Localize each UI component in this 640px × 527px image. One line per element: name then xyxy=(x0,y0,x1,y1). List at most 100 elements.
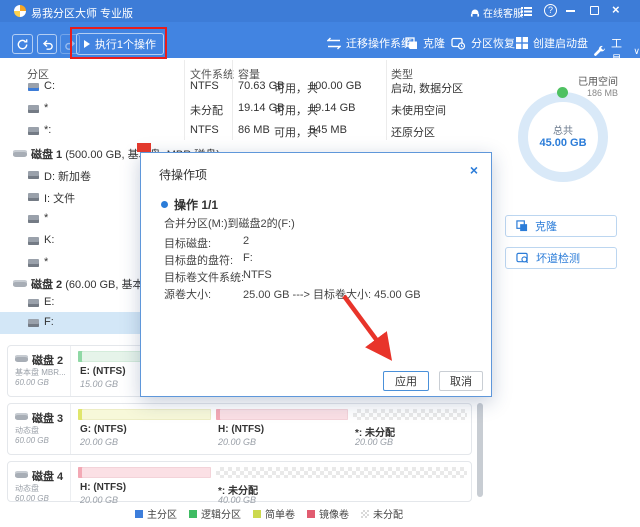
disk-icon xyxy=(15,471,28,478)
system-partition-icon xyxy=(28,83,39,91)
legend-swatch-logical xyxy=(189,510,197,518)
partition-type: 启动, 数据分区 xyxy=(391,80,463,96)
disk-icon xyxy=(13,280,27,287)
sidebar-clone-button[interactable]: 克隆 xyxy=(505,215,617,237)
app-title: 易我分区大师 专业版 xyxy=(31,5,133,21)
tree-item-label: D: 新加卷 xyxy=(44,168,91,184)
partition-recovery-button[interactable]: 分区恢复 xyxy=(451,35,515,51)
partition-size: 20.00 GB xyxy=(355,437,393,447)
partition-icon xyxy=(28,105,39,113)
legend-item: 逻辑分区 xyxy=(189,506,241,521)
detail-row: 源卷大小: 25.00 GB ---> 目标卷大小: 45.00 GB xyxy=(164,286,484,302)
table-row[interactable]: *: NTFS 86 MB 可用，共 545 MB 还原分区 xyxy=(0,120,480,142)
vertical-scrollbar[interactable] xyxy=(477,403,483,497)
disk-label-cell: 磁盘 4 动态盘 60.00 GB xyxy=(8,462,71,501)
create-bootable-disk-label: 创建启动盘 xyxy=(533,35,588,51)
copy-icon xyxy=(516,220,528,232)
sidebar-surface-test-label: 坏道检测 xyxy=(536,250,580,266)
menu-list-icon[interactable] xyxy=(521,4,532,18)
detail-value: 2 xyxy=(243,235,249,247)
operation-counter: 操作 1/1 xyxy=(174,196,218,213)
minimize-button[interactable] xyxy=(566,10,575,12)
column-divider xyxy=(184,60,185,140)
column-divider xyxy=(386,60,387,140)
windows-squares-icon xyxy=(516,37,528,49)
cancel-button[interactable]: 取消 xyxy=(439,371,483,391)
dialog-close-icon[interactable]: × xyxy=(470,162,478,178)
migrate-os-button[interactable]: 迁移操作系统 xyxy=(327,35,412,51)
disk-size: 60.00 GB xyxy=(15,436,49,445)
tree-item-label: F: xyxy=(44,316,54,328)
legend-label: 未分配 xyxy=(373,506,403,521)
detail-row: 目标盘的盘符: F: xyxy=(164,252,484,268)
disk-icon xyxy=(15,355,28,362)
legend-label: 镜像卷 xyxy=(319,506,349,521)
detail-value: F: xyxy=(243,252,253,264)
legend-swatch-primary xyxy=(135,510,143,518)
partition-total: 545 MB xyxy=(309,124,347,136)
pending-operations-dialog: 待操作项 × 操作 1/1 合并分区(M:)到磁盘2的(F:) 目标磁盘: 2 … xyxy=(140,152,492,397)
partition-cell[interactable]: H: (NTFS) 20.00 GB xyxy=(78,467,211,500)
create-bootable-disk-button[interactable]: 创建启动盘 xyxy=(516,35,588,51)
partition-name: * xyxy=(44,102,48,114)
partition-type: 未使用空间 xyxy=(391,102,446,118)
bullet-icon xyxy=(161,201,168,208)
help-icon[interactable]: ? xyxy=(544,4,557,17)
online-support-button[interactable]: 在线客服 xyxy=(470,5,523,20)
used-space-dot xyxy=(557,87,568,98)
refresh-button[interactable] xyxy=(12,34,33,54)
partition-bar-simple xyxy=(78,409,211,420)
disk-name: 磁盘 3 xyxy=(32,410,63,426)
partition-bar-unallocated xyxy=(216,467,467,478)
swap-arrows-icon xyxy=(327,37,341,50)
partition-cell[interactable]: *: 未分配 20.00 GB xyxy=(353,409,467,451)
copy-icon xyxy=(405,37,418,50)
undo-button[interactable] xyxy=(37,34,57,54)
detail-row: 目标磁盘: 2 xyxy=(164,235,484,251)
partition-icon xyxy=(28,259,39,267)
disk-recovery-icon xyxy=(451,37,466,50)
detail-label: 目标卷文件系统: xyxy=(164,272,244,284)
close-button[interactable]: × xyxy=(612,2,620,17)
headset-icon xyxy=(470,8,480,18)
table-row[interactable]: C: NTFS 70.63 GB 可用，共 100.00 GB 启动, 数据分区 xyxy=(0,76,480,98)
apply-button[interactable]: 应用 xyxy=(383,371,429,391)
sidebar-surface-test-button[interactable]: 坏道检测 xyxy=(505,247,617,269)
clone-button[interactable]: 克隆 xyxy=(405,35,445,51)
maximize-button[interactable] xyxy=(590,6,599,15)
partition-name: C: xyxy=(44,80,55,92)
operation-description: 合并分区(M:)到磁盘2的(F:) xyxy=(164,215,295,231)
annotation-arrow xyxy=(326,288,406,373)
partition-cell[interactable]: *: 未分配 40.00 GB xyxy=(216,467,467,500)
donut-center-text: 总共 45.00 GB xyxy=(518,122,608,149)
partition-cell[interactable]: H: (NTFS) 20.00 GB xyxy=(216,409,348,451)
column-divider xyxy=(232,60,233,140)
migrate-os-label: 迁移操作系统 xyxy=(346,35,412,51)
partition-size: 20.00 GB xyxy=(218,437,256,447)
clone-label: 克隆 xyxy=(423,35,445,51)
partition-cell[interactable]: G: (NTFS) 20.00 GB xyxy=(78,409,211,451)
partition-label: H: (NTFS) xyxy=(218,424,264,435)
dialog-title: 待操作项 xyxy=(159,166,207,183)
detail-label: 目标盘的盘符: xyxy=(164,255,233,267)
disk-map-card-disk4[interactable]: 磁盘 4 动态盘 60.00 GB H: (NTFS) 20.00 GB *: … xyxy=(7,461,472,502)
detail-label: 源卷大小: xyxy=(164,289,211,301)
tree-item-label: * xyxy=(44,256,48,268)
table-row[interactable]: * 未分配 19.14 GB 可用，共 19.14 GB 未使用空间 xyxy=(0,98,480,120)
partition-recovery-label: 分区恢复 xyxy=(471,35,515,51)
partition-total: 19.14 GB xyxy=(309,102,355,114)
partition-size: 20.00 GB xyxy=(80,495,118,505)
sidebar-clone-label: 克隆 xyxy=(535,218,557,234)
partition-icon xyxy=(28,171,39,179)
legend-item: 未分配 xyxy=(361,506,403,521)
disk-icon xyxy=(13,150,27,157)
tree-item-label: K: xyxy=(44,234,54,246)
tools-menu-button[interactable]: 工具 ∨ xyxy=(593,35,640,67)
disk-map-card-disk3[interactable]: 磁盘 3 动态盘 60.00 GB G: (NTFS) 20.00 GB H: … xyxy=(7,403,472,455)
partition-bar-mirror xyxy=(216,409,348,420)
partition-icon xyxy=(28,215,39,223)
partition-label: H: (NTFS) xyxy=(80,482,126,493)
partition-size: 15.00 GB xyxy=(80,379,118,389)
partition-icon xyxy=(28,319,39,327)
disk-subtype: 基本盘 MBR... xyxy=(15,367,66,378)
